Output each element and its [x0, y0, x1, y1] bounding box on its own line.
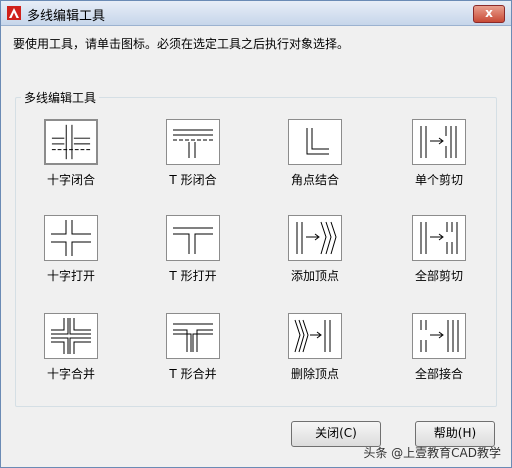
cut-all-icon — [420, 222, 458, 254]
tool-cut-all: 全部剪切 — [389, 215, 489, 284]
tool-label: 删除顶点 — [290, 367, 339, 381]
tool-label: 单个剪切 — [414, 173, 463, 187]
tool-label: 十字合并 — [46, 367, 95, 381]
tool-label: 添加顶点 — [290, 269, 339, 283]
multiline-edit-dialog: 多线编辑工具 x 要使用工具，请单击图标。必须在选定工具之后执行对象选择。 多线… — [0, 0, 512, 468]
corner-joint-icon — [306, 128, 329, 155]
tool-label: T 形合并 — [169, 367, 217, 381]
merged-cross-button[interactable] — [44, 313, 98, 359]
watermark-text: 头条 @上壹教育CAD教学 — [363, 446, 501, 460]
tool-label: T 形打开 — [169, 269, 217, 283]
cut-single-icon — [420, 126, 457, 158]
tool-merged-tee: T 形合并 — [143, 313, 243, 382]
open-cross-button[interactable] — [44, 215, 98, 261]
window-title: 多线编辑工具 — [27, 9, 106, 24]
merged-tee-button[interactable] — [166, 313, 220, 359]
closed-tee-icon — [173, 129, 213, 158]
open-tee-button[interactable] — [166, 215, 220, 261]
cut-single-button[interactable] — [412, 119, 466, 165]
tool-closed-tee: T 形闭合 — [143, 119, 243, 188]
tool-delete-vertex: 删除顶点 — [265, 313, 365, 382]
closed-cross-icon — [51, 124, 91, 160]
tool-open-tee: T 形打开 — [143, 215, 243, 284]
tool-label: T 形闭合 — [169, 173, 217, 187]
open-tee-icon — [173, 227, 213, 254]
merged-cross-icon — [51, 318, 91, 354]
merged-tee-icon — [173, 323, 213, 352]
tool-add-vertex: 添加顶点 — [265, 215, 365, 284]
add-vertex-button[interactable] — [288, 215, 342, 261]
closed-tee-button[interactable] — [166, 119, 220, 165]
tool-closed-cross: 十字闭合 — [21, 119, 121, 188]
cut-all-button[interactable] — [412, 215, 466, 261]
window-close-button[interactable]: x — [473, 5, 505, 23]
tool-label: 十字闭合 — [46, 173, 95, 187]
corner-joint-button[interactable] — [288, 119, 342, 165]
add-vertex-icon — [296, 221, 337, 255]
tool-open-cross: 十字打开 — [21, 215, 121, 284]
groupbox-label: 多线编辑工具 — [21, 89, 100, 106]
tool-cut-single: 单个剪切 — [389, 119, 489, 188]
tool-label: 全部剪切 — [414, 269, 463, 283]
tool-weld-all: 全部接合 — [389, 313, 489, 382]
autocad-app-icon — [7, 6, 21, 20]
tool-label: 角点结合 — [290, 173, 339, 187]
tool-merged-cross: 十字合并 — [21, 313, 121, 382]
weld-all-button[interactable] — [412, 313, 466, 359]
open-cross-icon — [51, 220, 91, 256]
weld-all-icon — [420, 320, 459, 352]
closed-cross-button[interactable] — [44, 119, 98, 165]
delete-vertex-button[interactable] — [288, 313, 342, 359]
tool-corner-joint: 角点结合 — [265, 119, 365, 188]
title-bar[interactable]: 多线编辑工具 x — [1, 1, 511, 26]
tool-label: 十字打开 — [46, 269, 95, 283]
delete-vertex-icon — [294, 319, 331, 353]
tool-label: 全部接合 — [414, 367, 463, 381]
instruction-text: 要使用工具，请单击图标。必须在选定工具之后执行对象选择。 — [13, 37, 350, 51]
